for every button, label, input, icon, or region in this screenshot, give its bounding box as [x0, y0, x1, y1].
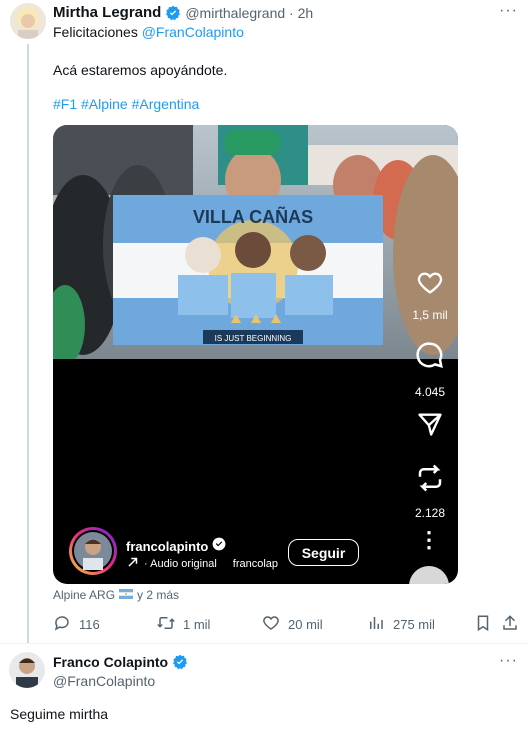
reply-button[interactable]: 116: [53, 614, 100, 635]
heart-icon: [415, 269, 445, 302]
video-share-button[interactable]: [410, 410, 450, 443]
author-name[interactable]: Franco Colapinto: [53, 654, 168, 670]
send-icon: [416, 410, 444, 443]
franco-avatar[interactable]: [9, 652, 45, 688]
views-chart-icon: [367, 614, 385, 635]
follow-button[interactable]: Seguir: [288, 539, 359, 566]
verified-badge-icon: [172, 654, 188, 670]
reply-count: 116: [79, 617, 100, 632]
source-line: Alpine ARG y 2 más: [53, 588, 179, 602]
views-count: 275 mil: [393, 617, 435, 632]
divider: [0, 643, 528, 644]
comment-bubble-icon: [415, 340, 445, 375]
video-verified-icon: [212, 537, 226, 556]
repost-button[interactable]: 1 mil: [157, 614, 210, 635]
like-button[interactable]: 20 mil: [262, 614, 323, 635]
bookmark-icon: [474, 615, 492, 636]
banner-text: IS JUST BEGINNING: [215, 334, 292, 343]
audio-scroll-text: francolap: [232, 557, 279, 570]
author-name[interactable]: Mirtha Legrand: [53, 4, 161, 21]
bookmark-button[interactable]: [474, 614, 492, 637]
repost-count: 1 mil: [183, 617, 211, 632]
video-comment-button[interactable]: 4.045: [410, 340, 450, 399]
francolapinto-video-avatar[interactable]: [69, 527, 117, 575]
verified-badge-icon: [165, 5, 181, 21]
like-count: 20 mil: [288, 617, 323, 632]
tweet1-body: Acá estaremos apoyándote.: [53, 62, 228, 78]
tweet2-handle[interactable]: @FranColapinto: [53, 673, 155, 689]
audio-row[interactable]: · Audio original francolap: [126, 555, 281, 572]
music-disc-icon[interactable]: [409, 566, 449, 584]
tweet1-header: Mirtha Legrand @mirthalegrand · 2h: [53, 4, 313, 21]
thread-line: [27, 44, 29, 644]
video-like-button[interactable]: 1,5 mil: [410, 269, 450, 322]
reply-icon: [53, 614, 71, 635]
source-time: y 2 más: [137, 588, 180, 602]
repost-icon: [415, 463, 445, 498]
video-username[interactable]: francolapinto: [126, 539, 208, 554]
tweet1-more-icon[interactable]: ···: [499, 2, 518, 20]
retweet-icon: [157, 614, 175, 635]
share-button[interactable]: [501, 614, 519, 637]
share-upload-icon: [501, 615, 519, 636]
tweet2-header: Franco Colapinto: [53, 654, 188, 670]
video-reposts-count: 2.128: [414, 506, 446, 520]
reply-mention-link[interactable]: @FranColapinto: [142, 24, 244, 40]
reply-line: Felicitaciones @FranColapinto: [53, 22, 244, 42]
tweet2-body: Seguime mirtha: [10, 706, 109, 722]
trend-arrow-icon: [126, 555, 140, 572]
video-comments-count: 4.045: [414, 385, 446, 399]
reply-prefix: Felicitaciones: [53, 24, 138, 40]
hashtags[interactable]: #F1 #Alpine #Argentina: [53, 94, 199, 114]
source-label[interactable]: Alpine ARG: [53, 588, 115, 602]
audio-label: · Audio original: [144, 557, 217, 570]
like-heart-icon: [262, 614, 280, 635]
handle-time[interactable]: @mirthalegrand · 2h: [185, 5, 313, 21]
video-user-row: francolapinto: [126, 537, 226, 556]
video-frame: VILLA CAÑAS IS JUST BEGINNING: [53, 125, 458, 359]
embedded-video[interactable]: VILLA CAÑAS IS JUST BEGINNING 1,5 mil 4.…: [53, 125, 458, 584]
mirtha-avatar[interactable]: [10, 3, 46, 39]
video-more-icon[interactable]: ⋮: [418, 527, 440, 553]
video-repost-button[interactable]: 2.128: [410, 463, 450, 520]
tweet2-more-icon[interactable]: ···: [499, 652, 518, 670]
views-button[interactable]: 275 mil: [367, 614, 435, 635]
video-likes-count: 1,5 mil: [412, 308, 448, 322]
argentina-flag-icon: [119, 588, 134, 602]
flag-top-text: VILLA CAÑAS: [193, 206, 313, 227]
